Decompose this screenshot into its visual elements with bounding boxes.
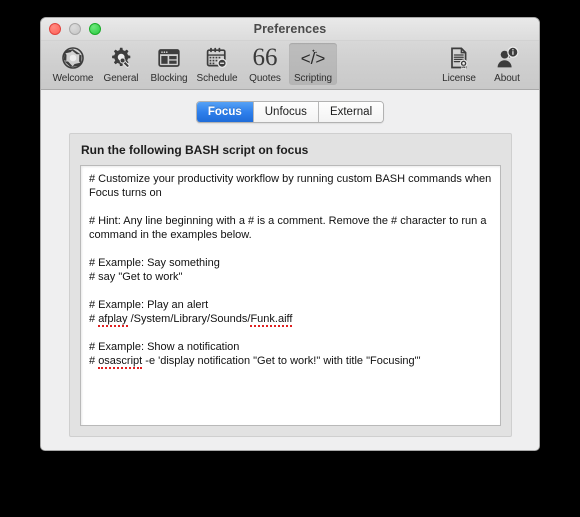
gear-wrench-icon: [109, 45, 133, 71]
script-line: [89, 242, 492, 256]
toolbar-item-schedule[interactable]: Schedule: [193, 43, 241, 85]
misspelled-word: osascript: [98, 355, 143, 369]
zoom-button[interactable]: [89, 23, 101, 35]
preferences-window: Preferences Welcome General Blocking Sch…: [40, 17, 540, 451]
tab-unfocus[interactable]: Unfocus: [253, 102, 319, 122]
tab-focus[interactable]: Focus: [196, 102, 254, 122]
window-controls: [49, 23, 101, 35]
toolbar-item-label: Scripting: [293, 73, 332, 84]
tab-bar: Focus Unfocus External: [41, 101, 539, 123]
script-line: [89, 284, 492, 298]
content-area: Focus Unfocus External Run the following…: [41, 90, 539, 450]
minimize-button[interactable]: [69, 23, 81, 35]
script-panel: Run the following BASH script on focus #…: [69, 133, 512, 437]
close-button[interactable]: [49, 23, 61, 35]
script-line: # osascript -e 'display notification "Ge…: [89, 355, 421, 369]
toolbar-item-license[interactable]: License: [435, 43, 483, 85]
script-line: # Hint: Any line beginning with a # is a…: [89, 215, 487, 227]
script-line: # Example: Show a notification: [89, 341, 240, 353]
script-line: # Example: Play an alert: [89, 299, 209, 311]
toolbar-item-general[interactable]: General: [97, 43, 145, 85]
toolbar-item-about[interactable]: About: [483, 43, 531, 85]
panel-heading: Run the following BASH script on focus: [81, 143, 309, 157]
script-line: # afplay /System/Library/Sounds/Funk.aif…: [89, 313, 293, 327]
browser-window-icon: [157, 45, 181, 71]
tab-external[interactable]: External: [318, 102, 384, 122]
toolbar: Welcome General Blocking Schedule 66 Quo…: [41, 41, 539, 90]
window-titlebar: Preferences: [41, 18, 539, 41]
script-line: Focus turns on: [89, 187, 162, 199]
misspelled-word: Funk.aiff: [250, 313, 293, 327]
script-line: [89, 200, 492, 214]
quotation-marks-icon: 66: [252, 44, 278, 71]
script-line: command in the examples below.: [89, 229, 252, 241]
script-line: # say "Get to work": [89, 271, 183, 283]
segmented-control: Focus Unfocus External: [195, 101, 385, 123]
code-wand-icon: </>: [298, 45, 328, 71]
toolbar-item-label: General: [103, 73, 139, 84]
toolbar-item-label: Blocking: [150, 73, 188, 84]
calendar-clock-icon: [205, 45, 229, 71]
script-textarea[interactable]: # Customize your productivity workflow b…: [80, 165, 501, 426]
person-info-icon: [495, 45, 519, 71]
toolbar-left-group: Welcome General Blocking Schedule 66 Quo…: [49, 43, 337, 85]
toolbar-right-group: License About: [435, 43, 531, 85]
certificate-seal-icon: [447, 45, 471, 71]
toolbar-item-welcome[interactable]: Welcome: [49, 43, 97, 85]
script-line: [89, 326, 492, 340]
script-line: # Customize your productivity workflow b…: [89, 173, 492, 185]
misspelled-word: afplay: [98, 313, 128, 327]
toolbar-item-label: Schedule: [196, 73, 238, 84]
toolbar-item-quotes[interactable]: 66 Quotes: [241, 43, 289, 85]
script-line: # Example: Say something: [89, 257, 220, 269]
toolbar-item-label: Quotes: [249, 73, 281, 84]
svg-text:</>: </>: [301, 49, 326, 68]
toolbar-item-scripting[interactable]: </> Scripting: [289, 43, 337, 85]
toolbar-item-label: License: [442, 73, 476, 84]
toolbar-item-label: About: [494, 73, 520, 84]
window-title: Preferences: [253, 22, 327, 36]
aperture-icon: [61, 45, 85, 71]
toolbar-item-blocking[interactable]: Blocking: [145, 43, 193, 85]
toolbar-item-label: Welcome: [52, 73, 94, 84]
